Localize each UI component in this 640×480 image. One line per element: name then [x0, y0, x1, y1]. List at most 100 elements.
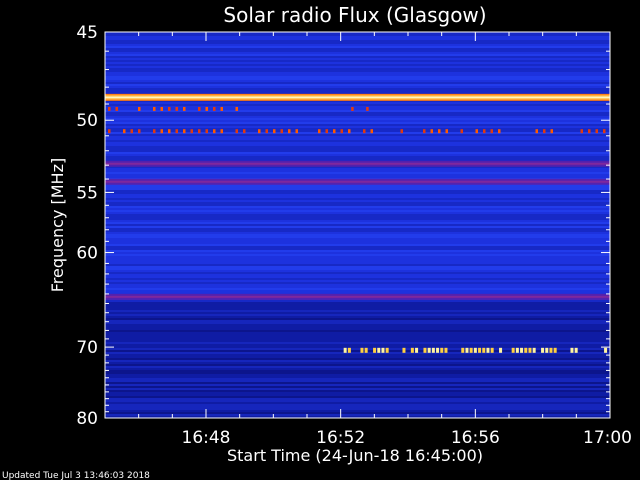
burst-mark [483, 129, 486, 134]
channel-stripe [105, 280, 610, 282]
burst-mark [347, 347, 351, 353]
burst-mark [168, 106, 171, 111]
channel-stripe [105, 88, 610, 90]
channel-stripe [105, 372, 610, 374]
burst-mark [235, 106, 238, 111]
channel-stripe [105, 330, 610, 332]
channel-stripe [105, 56, 610, 58]
channel-stripe [105, 392, 610, 394]
burst-mark [486, 347, 490, 353]
burst-mark [115, 106, 118, 111]
channel-stripe [105, 290, 610, 292]
channel-stripe [105, 110, 610, 112]
burst-mark [535, 129, 538, 134]
burst-mark [373, 347, 377, 353]
channel-stripe [105, 218, 610, 220]
frequency-channel-stripes [105, 32, 610, 418]
burst-mark [498, 129, 501, 134]
burst-mark [423, 347, 427, 353]
burst-mark [595, 129, 598, 134]
channel-stripe [105, 302, 610, 304]
channel-stripe [105, 40, 610, 42]
burst-mark [183, 129, 186, 134]
burst-mark [366, 106, 369, 111]
burst-mark [160, 106, 163, 111]
channel-stripe [105, 370, 610, 372]
channel-stripe [105, 388, 610, 390]
burst-mark [574, 347, 578, 353]
burst-mark [168, 129, 171, 134]
channel-stripe [105, 318, 610, 320]
channel-stripe [105, 148, 610, 150]
emission-band-core [105, 162, 610, 165]
burst-mark [318, 129, 321, 134]
x-tick-label: 16:56 [451, 428, 500, 448]
channel-stripe [105, 396, 610, 398]
y-tick-label: 60 [76, 244, 98, 264]
channel-stripe [105, 174, 610, 176]
channel-stripe [105, 154, 610, 156]
y-tick-label: 50 [76, 111, 98, 131]
channel-stripe [105, 114, 610, 116]
channel-stripe [105, 206, 610, 208]
channel-stripe [105, 202, 610, 204]
channel-stripe [105, 82, 610, 84]
channel-stripe [105, 242, 610, 244]
channel-stripe [105, 236, 610, 238]
burst-mark [475, 129, 478, 134]
burst-mark [478, 347, 482, 353]
channel-stripe [105, 200, 610, 202]
channel-stripe [105, 130, 610, 132]
burst-mark [410, 347, 414, 353]
channel-stripe [105, 222, 610, 224]
burst-mark [482, 347, 486, 353]
burst-mark [570, 347, 574, 353]
channel-stripe [105, 50, 610, 52]
x-tick-label: 17:00 [583, 428, 632, 448]
channel-stripe [105, 46, 610, 48]
channel-stripe [105, 304, 610, 306]
channel-stripe [105, 286, 610, 288]
channel-stripe [105, 400, 610, 402]
channel-stripe [105, 42, 610, 44]
burst-mark [415, 347, 419, 353]
channel-stripe [105, 376, 610, 378]
burst-mark [220, 129, 223, 134]
burst-mark [138, 129, 141, 134]
channel-stripe [105, 344, 610, 346]
channel-stripe [105, 328, 610, 330]
burst-mark [333, 129, 336, 134]
channel-stripe [105, 228, 610, 230]
channel-stripe [105, 366, 610, 368]
channel-stripe [105, 398, 610, 400]
channel-stripe [105, 198, 610, 200]
channel-stripe [105, 210, 610, 212]
burst-mark [431, 347, 435, 353]
channel-stripe [105, 340, 610, 342]
burst-mark [549, 347, 553, 353]
channel-stripe [105, 368, 610, 370]
channel-stripe [105, 220, 610, 222]
channel-stripe [105, 268, 610, 270]
channel-stripe [105, 322, 610, 324]
burst-mark [520, 347, 524, 353]
channel-stripe [105, 276, 610, 278]
channel-stripe [105, 306, 610, 308]
channel-stripe [105, 44, 610, 46]
channel-stripe [105, 342, 610, 344]
burst-mark [541, 347, 545, 353]
channel-stripe [105, 64, 610, 66]
burst-mark [213, 129, 216, 134]
channel-stripe [105, 310, 610, 312]
channel-stripe [105, 374, 610, 376]
channel-stripe [105, 134, 610, 136]
channel-stripe [105, 326, 610, 328]
channel-stripe [105, 410, 610, 412]
channel-stripe [105, 232, 610, 234]
burst-mark [440, 347, 444, 353]
channel-stripe [105, 150, 610, 152]
channel-stripe [105, 272, 610, 274]
y-tick-label: 55 [76, 183, 98, 203]
channel-stripe [105, 34, 610, 36]
channel-stripe [105, 126, 610, 128]
